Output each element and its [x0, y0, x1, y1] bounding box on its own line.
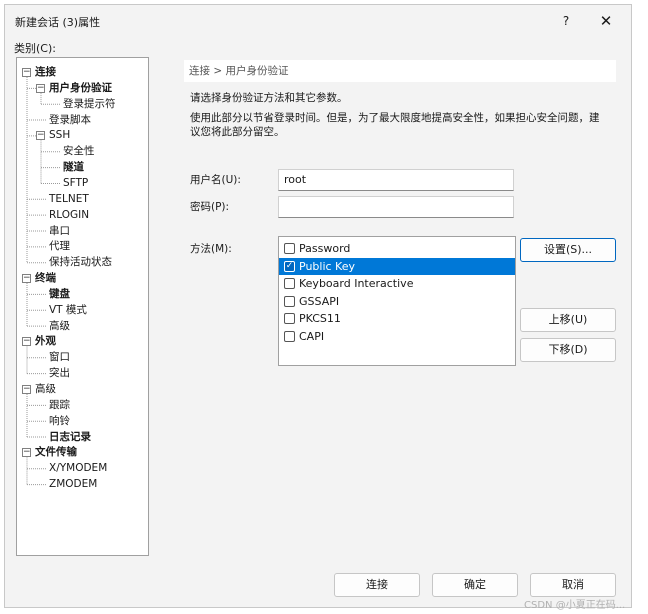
tree-item[interactable]: 串口 [49, 224, 70, 239]
close-button[interactable]: ✕ [593, 11, 619, 31]
title-bar: 新建会话 (3)属性 ? ✕ [5, 5, 631, 37]
tree-collapse-icon[interactable]: − [22, 68, 31, 77]
move-down-button[interactable]: 下移(D) [520, 338, 616, 362]
settings-button[interactable]: 设置(S)... [520, 238, 616, 262]
help-button[interactable]: ? [553, 11, 579, 31]
tree-item[interactable]: 外观 [35, 334, 56, 349]
tree-item[interactable]: 日志记录 [49, 430, 91, 445]
tree-item[interactable]: 高级 [35, 382, 56, 397]
method-label-text: GSSAPI [299, 294, 340, 308]
intro-text: 请选择身份验证方法和其它参数。 [190, 92, 348, 104]
checkbox-icon[interactable] [284, 243, 295, 254]
tree-collapse-icon[interactable]: − [36, 131, 45, 141]
move-up-button[interactable]: 上移(U) [520, 308, 616, 332]
tree-item[interactable]: 终端 [35, 271, 56, 286]
method-list-item[interactable]: PKCS11 [279, 310, 515, 327]
tree-collapse-icon[interactable]: − [22, 385, 31, 394]
tree-item[interactable]: 隧道 [63, 160, 84, 175]
method-label-text: PKCS11 [299, 312, 341, 325]
window-title: 新建会话 (3)属性 [15, 16, 101, 29]
ok-button[interactable]: 确定 [432, 573, 518, 597]
tree-item[interactable]: 安全性 [63, 144, 95, 159]
cancel-button[interactable]: 取消 [530, 573, 616, 597]
tree-item[interactable]: 登录脚本 [49, 113, 91, 128]
category-tree[interactable]: 连接 − 用户身份验证 − 登录提示符 登录脚本 SSH − 安全性 隧道 SFTP TELNET RL… [16, 57, 149, 556]
tree-item[interactable]: RLOGIN [49, 208, 89, 223]
tree-item[interactable]: 连接 [35, 65, 56, 80]
method-list-item[interactable]: Password [279, 240, 515, 257]
method-label: 方法(M): [190, 243, 232, 255]
tree-item[interactable]: ZMODEM [49, 477, 97, 492]
tree-item[interactable]: 保持活动状态 [49, 255, 112, 270]
tree-item[interactable]: 代理 [49, 239, 70, 254]
tree-item[interactable]: 窗口 [49, 350, 70, 365]
method-label-text: Password [299, 242, 351, 255]
watermark: CSDN @小夏正在码... [524, 600, 626, 611]
tree-item[interactable]: 登录提示符 [63, 97, 116, 112]
method-list-item[interactable]: CAPI [279, 328, 515, 345]
tree-item[interactable]: TELNET [49, 192, 89, 207]
tree-item[interactable]: SFTP [63, 176, 88, 191]
category-label: 类别(C): [14, 42, 56, 55]
checkbox-icon[interactable] [284, 295, 295, 307]
tree-collapse-icon[interactable]: − [22, 337, 31, 347]
tree-item[interactable]: SSH [49, 128, 70, 143]
username-input[interactable]: root [278, 169, 514, 191]
tree-item[interactable]: 用户身份验证 [49, 81, 112, 96]
method-list-item[interactable]: ✓ Public Key [279, 257, 515, 275]
tree-item[interactable]: 突出 [49, 366, 70, 381]
connect-button[interactable]: 连接 [334, 573, 420, 597]
method-list-item[interactable]: GSSAPI [279, 293, 515, 310]
checkbox-icon[interactable] [284, 313, 295, 324]
tree-item[interactable]: 键盘 [49, 287, 70, 302]
tree-item[interactable]: 响铃 [49, 414, 70, 429]
password-label: 密码(P): [190, 201, 230, 213]
method-label-text: CAPI [299, 329, 325, 343]
checkbox-checked-icon[interactable]: ✓ [284, 260, 295, 272]
checkbox-icon[interactable] [284, 278, 295, 289]
tree-collapse-icon[interactable]: − [22, 274, 31, 284]
username-label: 用户名(U): [190, 174, 241, 186]
method-list[interactable]: Password ✓ Public Key Keyboard Interactive G… [278, 236, 516, 366]
password-input[interactable] [278, 196, 514, 218]
tree-collapse-icon[interactable]: − [36, 83, 45, 93]
description-line-1: 使用此部分以节省登录时间。但是，为了最大限度地提高安全性，如果担心安全问题，建 [190, 112, 600, 124]
method-label-text: Keyboard Interactive [299, 277, 414, 290]
tree-item[interactable]: VT 模式 [49, 303, 87, 318]
tree-collapse-icon[interactable]: − [22, 448, 31, 458]
method-label-text: Public Key [299, 259, 355, 273]
method-list-item[interactable]: Keyboard Interactive [279, 275, 515, 292]
tree-item[interactable]: 高级 [49, 319, 70, 334]
tree-item[interactable]: 文件传输 [35, 445, 77, 460]
tree-item[interactable]: X/YMODEM [49, 461, 107, 476]
breadcrumb: 连接 > 用户身份验证 [184, 60, 616, 82]
checkbox-icon[interactable] [284, 330, 295, 342]
description-line-2: 议您将此部分留空。 [190, 126, 285, 138]
tree-item[interactable]: 跟踪 [49, 398, 70, 413]
